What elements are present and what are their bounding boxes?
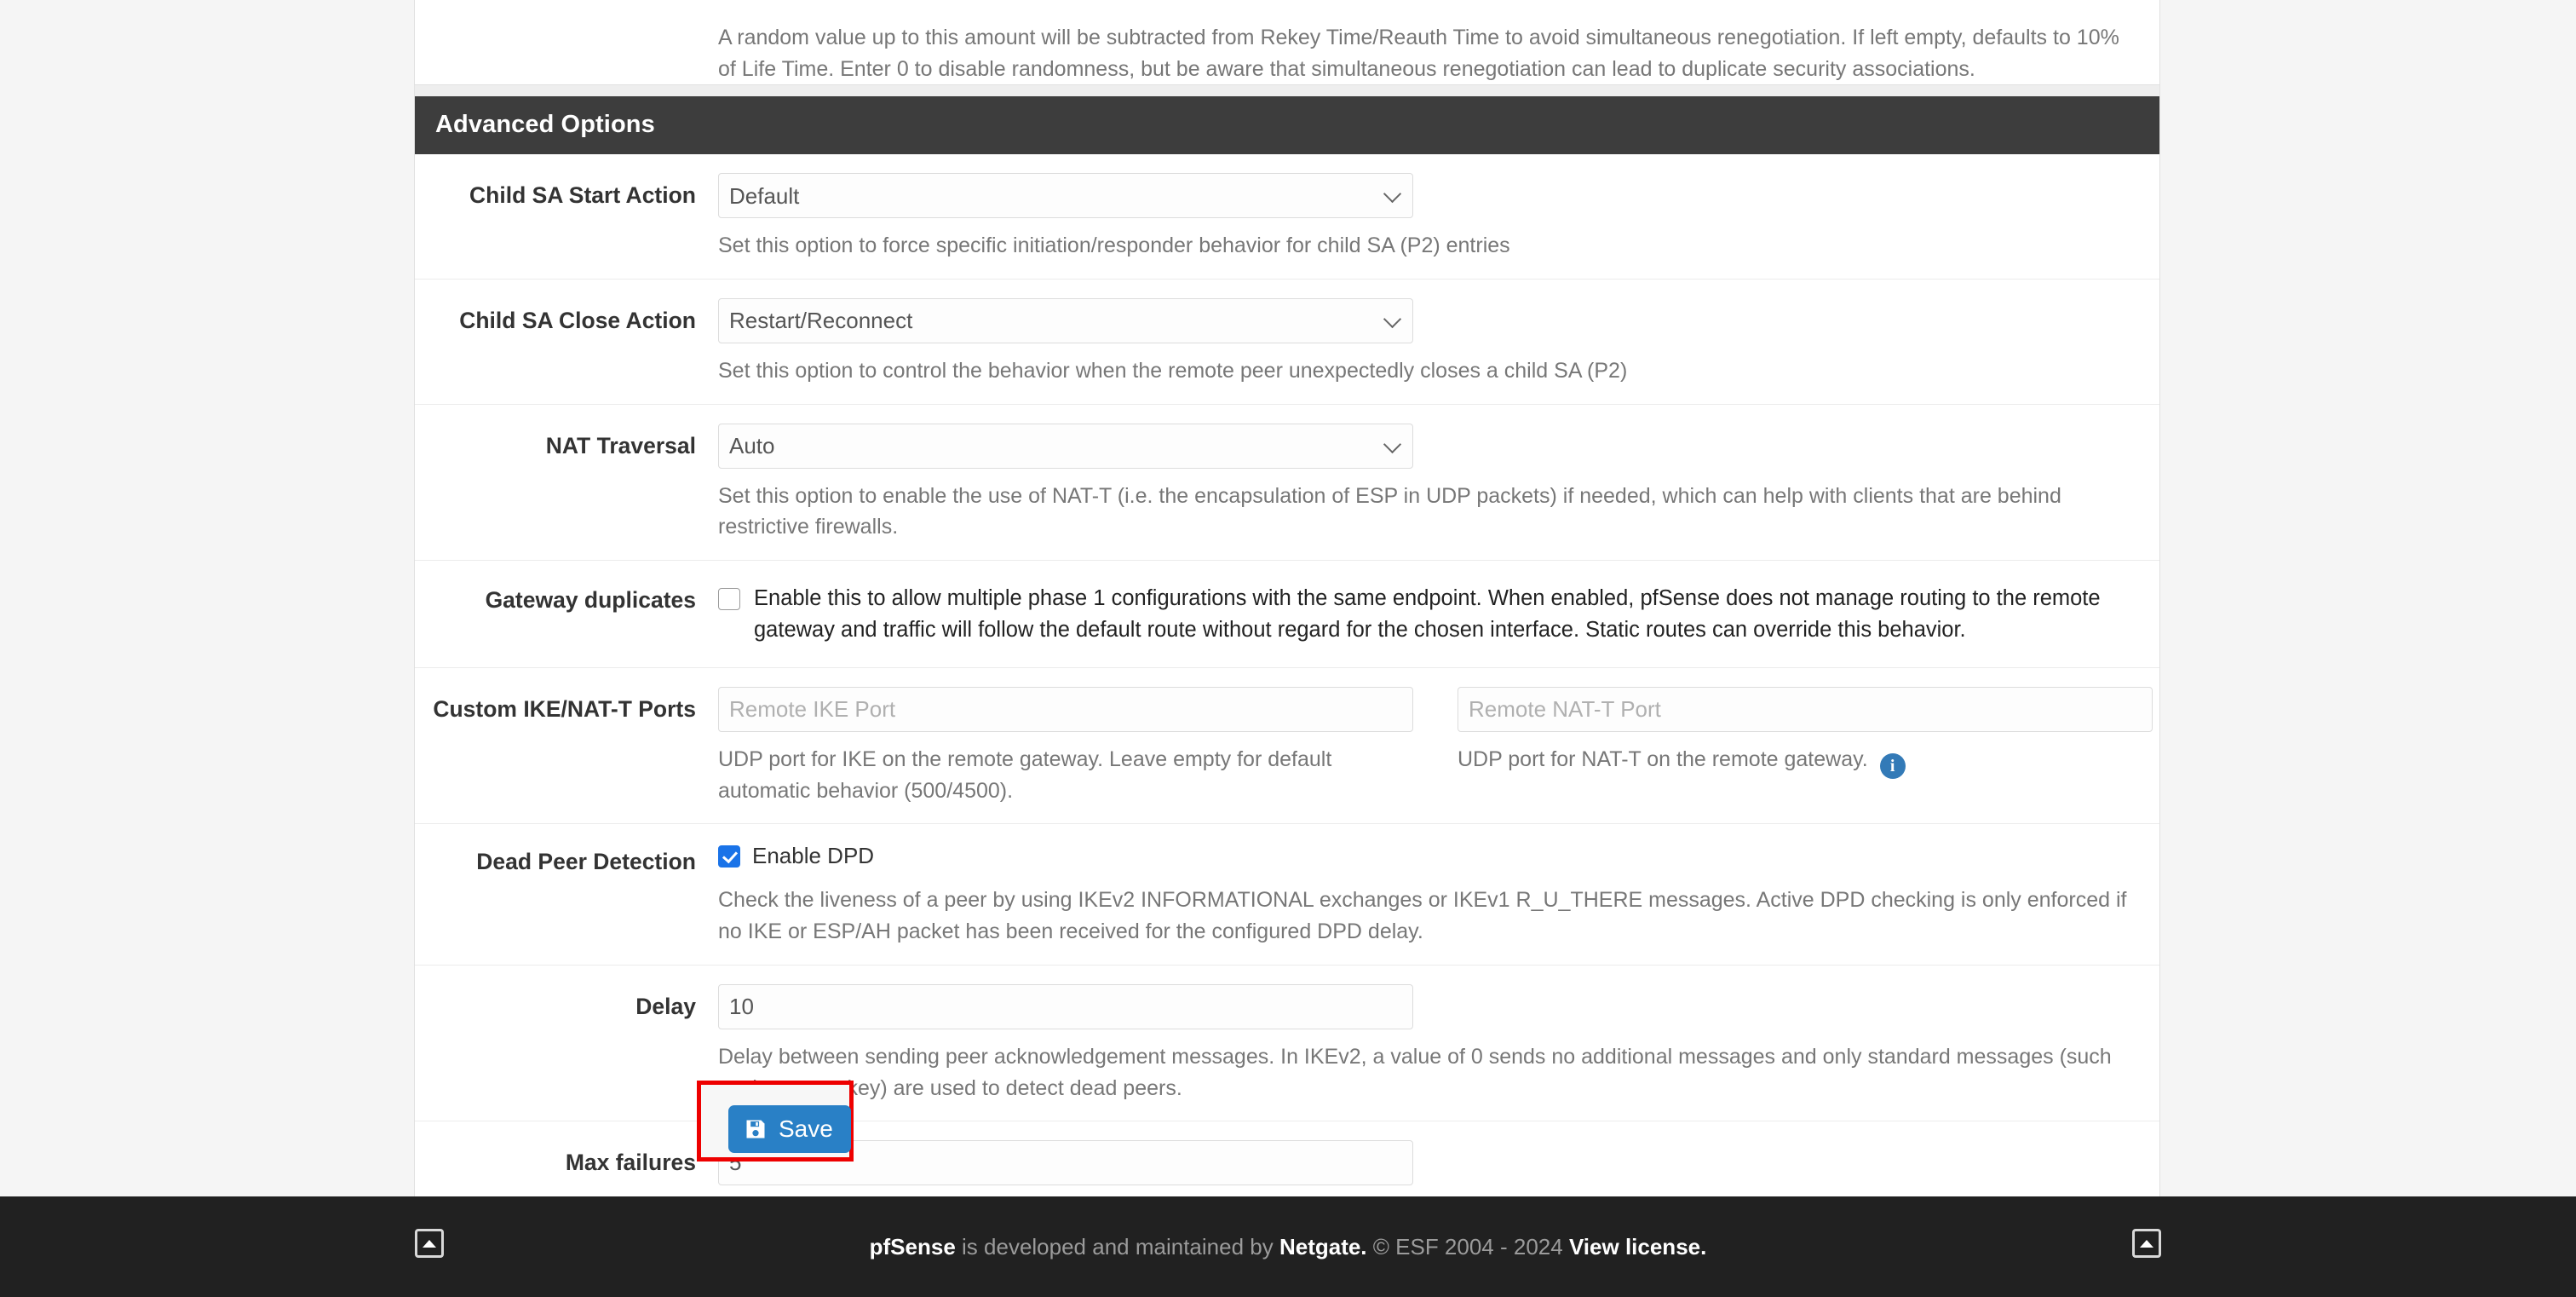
help-child-sa-start-action: Set this option to force specific initia… — [718, 233, 1510, 257]
form-row-delay: Delay Delay between sending peer acknowl… — [415, 966, 2159, 1122]
label-nat-traversal: NAT Traversal — [545, 432, 696, 458]
control-dead-peer-detection: Enable DPD Check the liveness of a peer … — [718, 843, 2159, 948]
save-button-label: Save — [779, 1115, 833, 1142]
select-wrap-nat-traversal[interactable]: Auto — [718, 423, 1413, 469]
input-remote-natt-port[interactable] — [1458, 686, 2153, 732]
label-child-sa-close-action: Child SA Close Action — [459, 307, 696, 333]
checkbox-enable-dpd[interactable] — [718, 844, 740, 868]
control-delay: Delay between sending peer acknowledgeme… — [718, 983, 2159, 1104]
column-remote-ike-port: UDP port for IKE on the remote gateway. … — [718, 686, 1413, 807]
help-dead-peer-detection: Check the liveness of a peer by using IK… — [718, 888, 2127, 944]
panel-heading-advanced-options: Advanced Options — [415, 96, 2159, 154]
page-footer: pfSense is developed and maintained by N… — [0, 1196, 2576, 1297]
control-child-sa-start-action: Default Set this option to force specifi… — [718, 173, 2159, 262]
input-remote-ike-port[interactable] — [718, 686, 1413, 732]
info-circle-icon[interactable]: i — [1879, 752, 1906, 779]
footer-brand: pfSense — [869, 1233, 956, 1260]
save-button[interactable]: Save — [728, 1105, 851, 1153]
caret-up-square-icon — [2140, 1239, 2153, 1248]
form-row-nat-traversal: NAT Traversal Auto Set this option to en… — [415, 405, 2159, 561]
label-dead-peer-detection: Dead Peer Detection — [476, 849, 696, 875]
help-text-rekey-randomness: A random value up to this amount will be… — [718, 26, 2119, 81]
checkbox-line-enable-dpd[interactable]: Enable DPD — [718, 843, 2139, 869]
label-custom-ike-natt-ports: Custom IKE/NAT-T Ports — [433, 695, 696, 722]
control-child-sa-close-action: Restart/Reconnect Set this option to con… — [718, 297, 2159, 387]
select-child-sa-close-action[interactable]: Restart/Reconnect — [718, 297, 1413, 343]
scroll-to-top-left-button[interactable] — [415, 1229, 444, 1258]
column-remote-natt-port: UDP port for NAT-T on the remote gateway… — [1458, 686, 2153, 807]
help-remote-natt-port: UDP port for NAT-T on the remote gateway… — [1458, 744, 2139, 779]
select-wrap-child-sa-start-action[interactable]: Default — [718, 173, 1413, 218]
pfsense-ipsec-phase1-page: A random value up to this amount will be… — [0, 0, 2576, 1297]
panel-lifetime-partial: A random value up to this amount will be… — [414, 0, 2160, 85]
label-gateway-duplicates: Gateway duplicates — [485, 587, 696, 613]
control-nat-traversal: Auto Set this option to enable the use o… — [718, 423, 2159, 544]
footer-license-link[interactable]: View license. — [1569, 1234, 1706, 1260]
help-nat-traversal: Set this option to enable the use of NAT… — [718, 483, 2061, 539]
checkbox-gateway-duplicates[interactable] — [718, 588, 740, 610]
help-remote-natt-port-text: UDP port for NAT-T on the remote gateway… — [1458, 746, 1868, 771]
form-row-custom-ike-natt-ports: Custom IKE/NAT-T Ports UDP port for IKE … — [415, 668, 2159, 825]
form-label-placeholder — [415, 10, 718, 85]
panel-advanced-options: Advanced Options Child SA Start Action D… — [414, 96, 2160, 1248]
control-gateway-duplicates: Enable this to allow multiple phase 1 co… — [718, 583, 2159, 647]
panel-body-advanced-options: Child SA Start Action Default Set this o… — [415, 154, 2159, 1246]
checkbox-label-enable-dpd: Enable DPD — [752, 843, 875, 869]
floppy-disk-icon — [746, 1120, 765, 1138]
select-nat-traversal[interactable]: Auto — [718, 423, 1413, 469]
checkbox-label-gateway-duplicates: Enable this to allow multiple phase 1 co… — [754, 586, 2101, 643]
form-row-dead-peer-detection: Dead Peer Detection Enable DPD Check the… — [415, 824, 2159, 966]
footer-credit-text: pfSense is developed and maintained by N… — [870, 1234, 1707, 1260]
footer-mid: is developed and maintained by — [955, 1233, 1279, 1260]
label-child-sa-start-action: Child SA Start Action — [469, 182, 696, 208]
columns-custom-ike-natt-ports: UDP port for IKE on the remote gateway. … — [718, 686, 2153, 807]
select-wrap-child-sa-close-action[interactable]: Restart/Reconnect — [718, 297, 1413, 343]
form-control-rekey-randomness: A random value up to this amount will be… — [718, 10, 2159, 85]
help-remote-ike-port: UDP port for IKE on the remote gateway. … — [718, 746, 1332, 803]
help-delay: Delay between sending peer acknowledgeme… — [718, 1044, 2112, 1100]
footer-copyright: © ESF 2004 - 2024 — [1366, 1233, 1569, 1260]
form-row-child-sa-close-action: Child SA Close Action Restart/Reconnect … — [415, 280, 2159, 405]
help-child-sa-close-action: Set this option to control the behavior … — [718, 358, 1628, 383]
scroll-to-top-right-button[interactable] — [2132, 1229, 2161, 1258]
footer-company[interactable]: Netgate. — [1279, 1234, 1367, 1260]
control-custom-ike-natt-ports: UDP port for IKE on the remote gateway. … — [718, 686, 2159, 807]
input-delay[interactable] — [718, 983, 1413, 1029]
caret-up-square-icon — [423, 1239, 436, 1248]
checkbox-line-gateway-duplicates[interactable]: Enable this to allow multiple phase 1 co… — [718, 583, 2139, 647]
label-delay: Delay — [635, 993, 696, 1019]
form-row-gateway-duplicates: Gateway duplicates Enable this to allow … — [415, 561, 2159, 668]
form-row-child-sa-start-action: Child SA Start Action Default Set this o… — [415, 154, 2159, 280]
select-child-sa-start-action[interactable]: Default — [718, 173, 1413, 218]
